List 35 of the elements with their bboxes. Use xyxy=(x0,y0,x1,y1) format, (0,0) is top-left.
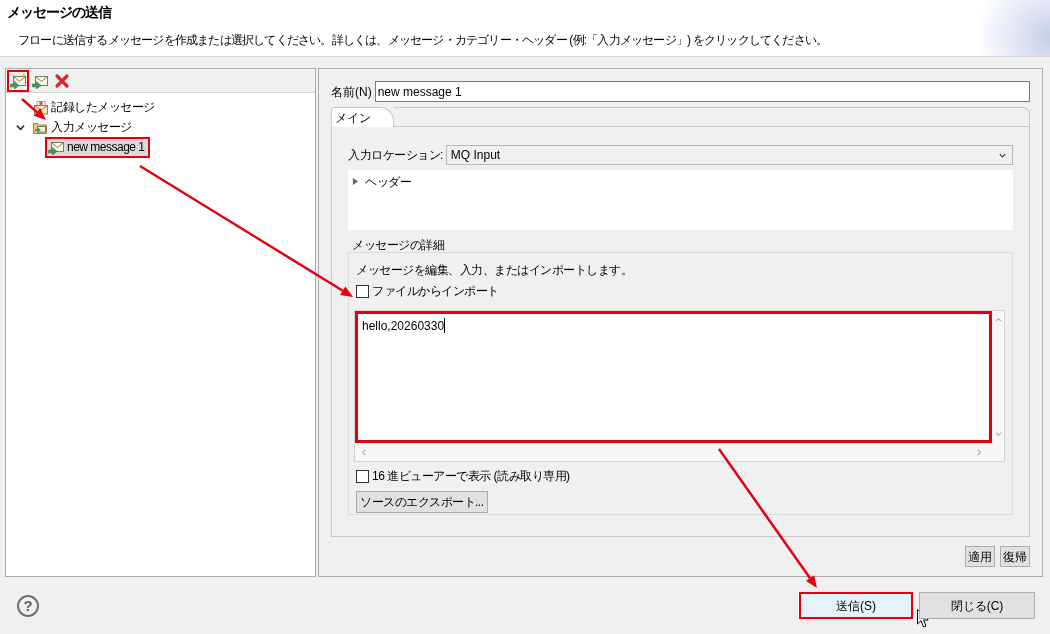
input-location-dropdown[interactable]: MQ Input xyxy=(445,145,1013,165)
scroll-left-icon[interactable] xyxy=(361,448,366,456)
vertical-scrollbar[interactable] xyxy=(992,311,1004,443)
delete-icon xyxy=(54,72,70,89)
help-button[interactable]: ? xyxy=(17,594,39,617)
apply-button[interactable]: 適用 xyxy=(965,546,995,567)
toolbar-button[interactable] xyxy=(7,69,29,92)
annotation-arrow xyxy=(21,98,46,120)
export-button[interactable]: ソースのエクスポート... xyxy=(356,491,488,513)
banner-graphic xyxy=(980,0,1050,56)
checkbox[interactable] xyxy=(356,284,369,298)
message-content-field[interactable]: hello,20260330 xyxy=(355,311,992,443)
new-message-icon xyxy=(10,72,26,89)
dialog-description: フローに送信するメッセージを作成または選択してください。詳しくは、メッセージ・カテゴリー・ヘッダー (例:「入力メッセージ」) をクリックしてください。 xyxy=(18,32,828,48)
section-label[interactable]: ヘッダー xyxy=(365,174,411,190)
horizontal-scrollbar[interactable] xyxy=(355,443,1004,461)
tab[interactable]: メイン xyxy=(331,107,394,127)
field-label: 名前(N) xyxy=(331,83,372,100)
tree-item[interactable]: new message 1 xyxy=(45,136,150,158)
revert-button[interactable]: 復帰 xyxy=(1000,546,1030,567)
close-button[interactable]: 閉じる(C) xyxy=(919,592,1035,619)
scroll-down-icon[interactable] xyxy=(994,432,1002,437)
group-title: メッセージの詳細 xyxy=(352,238,444,252)
expand-right-icon[interactable] xyxy=(352,177,359,186)
name-input[interactable]: new message 1 xyxy=(374,81,1030,102)
instruction-text: メッセージを編集、入力、またはインポートします。 xyxy=(356,262,632,278)
scroll-right-icon[interactable] xyxy=(977,448,982,456)
checkbox[interactable] xyxy=(356,469,369,483)
dialog-title: メッセージの送信 xyxy=(7,3,111,21)
text-caret xyxy=(444,318,446,333)
checkbox-label[interactable]: 16 進ビューアーで表示 (読み取り専用) xyxy=(372,468,570,484)
tree-item[interactable]: 入力メッセージ xyxy=(29,116,137,138)
field-label: 入力ロケーション: xyxy=(348,147,443,163)
send-button[interactable]: 送信(S) xyxy=(799,592,913,619)
checkbox-label[interactable]: ファイルからインポート xyxy=(372,283,499,299)
